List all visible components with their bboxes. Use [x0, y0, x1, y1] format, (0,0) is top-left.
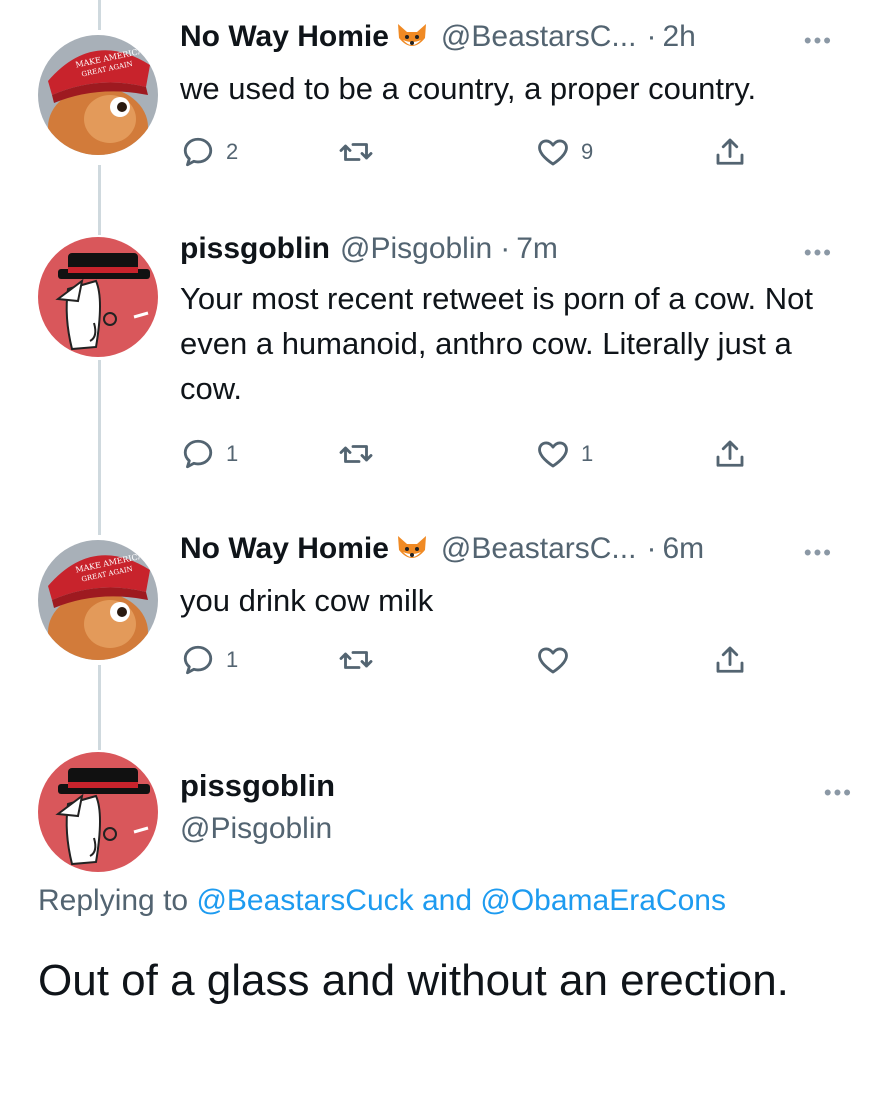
avatar[interactable]: [38, 237, 158, 357]
timestamp[interactable]: 7m: [516, 232, 558, 266]
thread-line: [98, 665, 101, 750]
retweet-icon: [339, 143, 373, 161]
display-name[interactable]: No Way Homie: [180, 20, 389, 54]
like-button[interactable]: 1: [535, 436, 593, 472]
separator-dot: ·: [500, 232, 511, 265]
heart-icon: [538, 139, 568, 166]
reply-icon: [183, 137, 213, 167]
retweet-button[interactable]: [338, 134, 384, 170]
retweet-button[interactable]: [338, 436, 384, 472]
tweet-text: we used to be a country, a proper countr…: [180, 71, 757, 106]
display-name[interactable]: pissgoblin: [180, 768, 335, 804]
reply-button[interactable]: 1: [180, 436, 238, 472]
reply-icon: [183, 645, 213, 675]
tweet-actions: 1 1: [180, 436, 760, 476]
reply-button[interactable]: 2: [180, 134, 238, 170]
replying-to: Replying to @BeastarsCuck and @ObamaEraC…: [38, 884, 726, 918]
tweet-header: pissgoblin @Pisgoblin · 7m •••: [180, 232, 851, 266]
timestamp[interactable]: 6m: [662, 532, 704, 566]
retweet-icon: [339, 651, 373, 669]
handle[interactable]: @Pisgoblin: [180, 812, 332, 846]
reply-count: 1: [226, 647, 239, 672]
more-options-icon[interactable]: •••: [824, 780, 853, 806]
reply-button[interactable]: 1: [180, 642, 238, 678]
share-button[interactable]: [712, 436, 748, 472]
avatar[interactable]: MAKE AMERICA GREAT AGAIN: [38, 540, 158, 660]
thread-line: [98, 165, 101, 235]
like-button[interactable]: 9: [535, 134, 593, 170]
reply-and-text: and: [421, 884, 473, 917]
more-options-icon[interactable]: •••: [804, 240, 833, 266]
handle[interactable]: @BeastarsC...: [441, 20, 637, 54]
share-button[interactable]: [712, 642, 748, 678]
main-tweet-text: Out of a glass and without an erection.: [38, 956, 789, 1005]
more-options-icon[interactable]: •••: [804, 540, 833, 566]
fox-emoji-icon: [395, 534, 429, 564]
reply-user-link[interactable]: @ObamaEraCons: [480, 884, 726, 917]
separator-dot: ·: [646, 532, 657, 565]
reply-icon: [183, 439, 213, 469]
heart-icon: [538, 441, 568, 468]
handle[interactable]: @Pisgoblin: [340, 232, 492, 266]
timestamp[interactable]: 2h: [662, 20, 695, 54]
reply-count: 2: [226, 139, 239, 164]
separator-dot: ·: [646, 20, 657, 53]
share-button[interactable]: [712, 134, 748, 170]
share-icon: [716, 440, 744, 467]
share-icon: [716, 646, 744, 673]
like-count: 9: [581, 139, 594, 164]
avatar[interactable]: [38, 752, 158, 872]
tweet-header: No Way Homie @BeastarsC... · 6m •••: [180, 532, 851, 566]
avatar[interactable]: MAKE AMERICA GREAT AGAIN: [38, 35, 158, 155]
replying-to-label: Replying to: [38, 884, 189, 917]
handle[interactable]: @BeastarsC...: [441, 532, 637, 566]
display-name[interactable]: pissgoblin: [180, 232, 330, 266]
tweet-text: Your most recent retweet is porn of a co…: [180, 281, 813, 406]
heart-icon: [538, 647, 568, 674]
tweet-actions: 2 9: [180, 134, 760, 174]
tweet-text: you drink cow milk: [180, 583, 434, 618]
thread-line: [98, 360, 101, 535]
tweet-header: No Way Homie @BeastarsC... · 2h •••: [180, 20, 851, 54]
fox-emoji-icon: [395, 22, 429, 52]
retweet-button[interactable]: [338, 642, 384, 678]
more-options-icon[interactable]: •••: [804, 28, 833, 54]
thread-line: [98, 0, 101, 30]
reply-count: 1: [226, 441, 239, 466]
display-name[interactable]: No Way Homie: [180, 532, 389, 566]
like-count: 1: [581, 441, 594, 466]
share-icon: [716, 138, 744, 165]
reply-user-link[interactable]: @BeastarsCuck: [196, 884, 413, 917]
retweet-icon: [339, 445, 373, 463]
tweet-actions: 1: [180, 642, 760, 682]
like-button[interactable]: [535, 642, 581, 678]
